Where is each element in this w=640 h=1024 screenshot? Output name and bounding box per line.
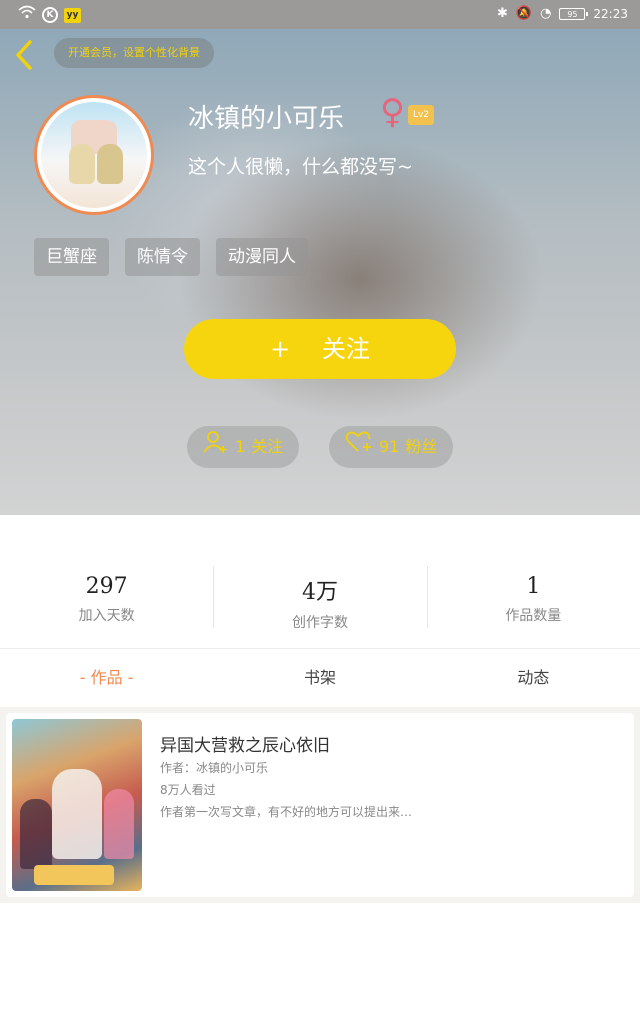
following-count-button[interactable]: 1 关注: [187, 426, 300, 468]
tab-activity[interactable]: 动态: [427, 649, 640, 707]
back-button[interactable]: [12, 39, 36, 70]
stat-works-count: 1 作品数量: [426, 560, 640, 632]
avatar[interactable]: [34, 95, 154, 215]
speed-icon: ◔: [540, 6, 552, 21]
tag-list: 巨蟹座 陈情令 动漫同人: [34, 238, 308, 276]
stat-word-count: 4万 创作字数: [213, 560, 426, 632]
tab-works[interactable]: - 作品 -: [0, 649, 213, 707]
fans-count-button[interactable]: 91 粉丝: [329, 426, 454, 468]
stat-label: 创作字数: [291, 615, 348, 631]
vip-banner[interactable]: 开通会员，设置个性化背景: [54, 38, 214, 68]
bio: 这个人很懒，什么都没写~: [188, 156, 413, 178]
stats-row: 297 加入天数 4万 创作字数 1 作品数量: [0, 560, 640, 632]
cover-figure: [20, 799, 52, 869]
yy-app-icon: yy: [64, 7, 81, 23]
work-title: 异国大营救之辰心依旧: [160, 736, 330, 756]
plus-icon: +: [270, 335, 291, 363]
stat-label: 作品数量: [505, 608, 562, 624]
following-count: 1: [235, 437, 246, 456]
chevron-left-icon: [16, 40, 32, 70]
heart-add-icon: [345, 426, 373, 468]
work-author: 作者：冰镇的小可乐: [160, 761, 269, 775]
username: 冰镇的小可乐: [188, 104, 345, 134]
k-app-icon: K: [42, 7, 58, 23]
avatar-figure: [69, 144, 95, 184]
work-views: 8万人看过: [160, 783, 216, 797]
fans-label: 粉丝: [405, 437, 438, 456]
follow-button[interactable]: + 关注: [184, 319, 456, 379]
battery-icon: 95: [559, 8, 589, 20]
tab-bookshelf[interactable]: 书架: [213, 649, 426, 707]
cover-figure: [52, 769, 102, 859]
work-cover-image: [12, 719, 142, 891]
female-icon: ♀: [380, 92, 405, 132]
level-badge: Lv2: [408, 105, 434, 125]
user-add-icon: [203, 426, 229, 468]
stat-value: 4万: [301, 580, 338, 605]
avatar-figure: [97, 144, 123, 184]
following-label: 关注: [251, 437, 284, 456]
bluetooth-icon: ✱: [496, 6, 508, 21]
fans-count: 91: [379, 437, 400, 456]
tag[interactable]: 动漫同人: [216, 238, 308, 276]
work-card[interactable]: 异国大营救之辰心依旧 作者：冰镇的小可乐 8万人看过 作者第一次写文章，有不好的…: [6, 713, 634, 897]
status-bar: K yy ✱ 🔕 ◔ 95 22:23: [0, 0, 640, 29]
tag[interactable]: 陈情令: [125, 238, 200, 276]
cover-figure: [104, 789, 134, 859]
tag[interactable]: 巨蟹座: [34, 238, 109, 276]
stat-value: 1: [526, 574, 541, 599]
work-description: 作者第一次写文章，有不好的地方可以提出来…: [160, 805, 413, 819]
status-time: 22:23: [593, 7, 628, 21]
stat-label: 加入天数: [78, 608, 135, 624]
status-left-icons: K yy: [18, 5, 81, 25]
wifi-icon: [18, 5, 36, 25]
tab-bar: - 作品 - 书架 动态: [0, 649, 640, 707]
stat-value: 297: [85, 574, 128, 599]
stat-join-days: 297 加入天数: [0, 560, 213, 632]
mute-icon: 🔕: [515, 6, 533, 21]
cover-logo: [34, 865, 114, 885]
status-right-icons: ✱ 🔕 ◔ 95 22:23: [497, 5, 628, 23]
avatar-image: [41, 102, 147, 208]
follow-button-label: 关注: [321, 335, 370, 363]
